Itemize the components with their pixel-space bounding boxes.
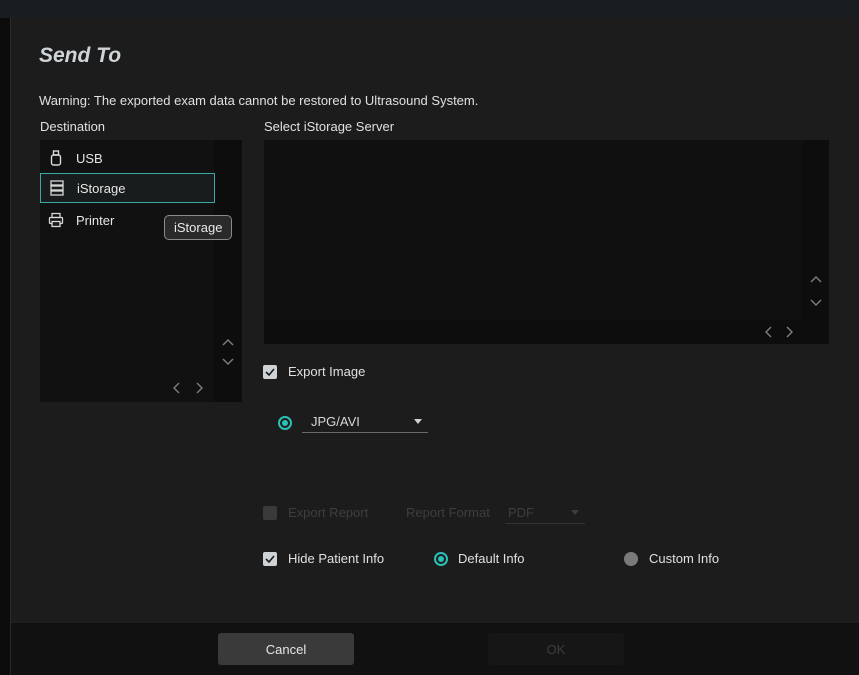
custom-info-radio[interactable] xyxy=(624,552,638,566)
destination-scroll-right-icon[interactable] xyxy=(189,377,211,399)
default-info-radio[interactable] xyxy=(434,552,448,566)
dialog-title: Send To xyxy=(39,44,122,67)
hide-patient-info-checkbox[interactable] xyxy=(263,552,277,566)
cancel-button[interactable]: Cancel xyxy=(218,633,354,665)
destination-item-label: USB xyxy=(76,150,103,166)
printer-icon xyxy=(48,212,64,228)
destination-scroll-down-icon[interactable] xyxy=(217,351,239,373)
image-format-radio[interactable] xyxy=(278,416,292,430)
usb-icon xyxy=(48,150,64,166)
destination-scroll-left-icon[interactable] xyxy=(165,377,187,399)
destination-tooltip: iStorage xyxy=(164,215,233,240)
report-format-value: PDF xyxy=(508,505,534,520)
destination-scroll-up-icon[interactable] xyxy=(217,331,239,353)
server-scroll-down-icon[interactable] xyxy=(805,292,827,314)
export-image-label: Export Image xyxy=(288,364,366,379)
destination-item-istorage[interactable]: iStorage xyxy=(40,173,215,203)
custom-info-label: Custom Info xyxy=(649,551,720,566)
background-app-header xyxy=(0,0,859,18)
checkmark-icon xyxy=(265,555,275,563)
ok-button[interactable]: OK xyxy=(488,633,624,665)
report-format-dropdown[interactable]: PDF xyxy=(505,502,585,524)
export-report-label: Export Report xyxy=(288,505,369,520)
report-format-label: Report Format xyxy=(406,505,490,520)
server-icon xyxy=(49,180,65,196)
server-label: Select iStorage Server xyxy=(264,119,395,134)
chevron-down-icon xyxy=(414,419,422,424)
checkmark-icon xyxy=(265,368,275,376)
export-image-checkbox[interactable] xyxy=(263,365,277,379)
hide-patient-info-label: Hide Patient Info xyxy=(288,551,385,566)
server-hscrollbar[interactable] xyxy=(264,320,802,344)
chevron-down-icon xyxy=(571,510,579,515)
default-info-label: Default Info xyxy=(458,551,525,566)
server-list[interactable] xyxy=(264,140,802,320)
export-report-checkbox[interactable] xyxy=(263,506,277,520)
export-warning: Warning: The exported exam data cannot b… xyxy=(39,93,479,108)
image-format-dropdown[interactable]: JPG/AVI xyxy=(302,411,428,433)
image-format-value: JPG/AVI xyxy=(311,414,360,429)
destination-item-label: Printer xyxy=(76,212,115,228)
send-to-dialog: Send To Warning: The exported exam data … xyxy=(10,18,859,675)
destination-item-label: iStorage xyxy=(77,180,126,196)
destination-item-usb[interactable]: USB xyxy=(40,143,215,173)
server-scroll-left-icon[interactable] xyxy=(757,321,779,343)
destination-label: Destination xyxy=(40,119,106,134)
dialog-footer: Cancel OK xyxy=(11,622,859,675)
server-scroll-right-icon[interactable] xyxy=(779,321,801,343)
server-scroll-up-icon[interactable] xyxy=(805,268,827,290)
